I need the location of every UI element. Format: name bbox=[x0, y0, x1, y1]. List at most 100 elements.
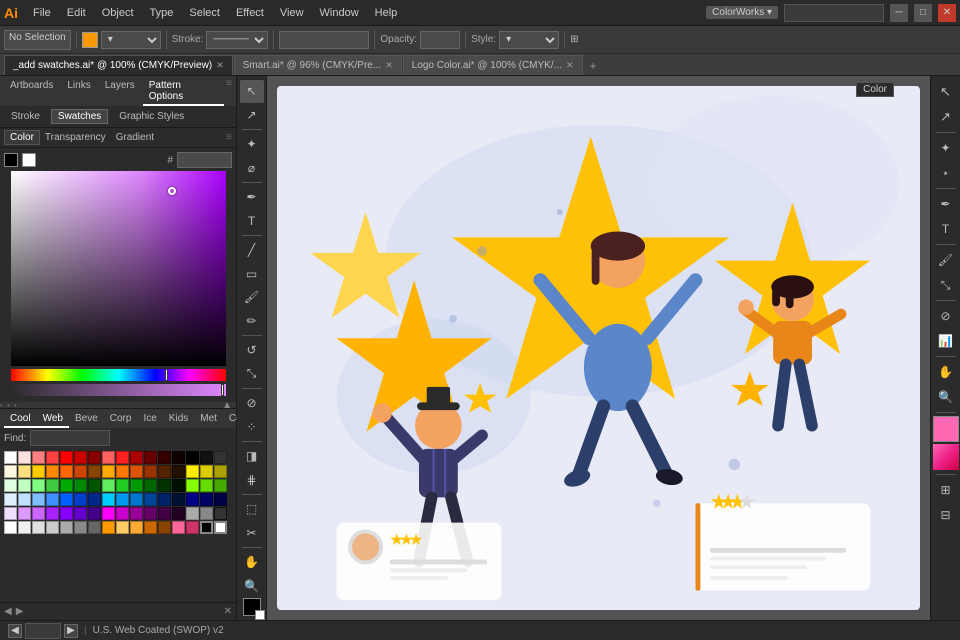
swatch[interactable] bbox=[88, 507, 101, 520]
swatch[interactable] bbox=[4, 479, 17, 492]
stab-stroke[interactable]: Stroke bbox=[4, 109, 47, 124]
style-dropdown[interactable]: ▾ bbox=[499, 31, 559, 49]
swatch[interactable] bbox=[102, 507, 115, 520]
tab-1[interactable]: Smart.ai* @ 96% (CMYK/Pre... ✕ bbox=[234, 55, 402, 75]
menu-file[interactable]: File bbox=[26, 5, 58, 21]
swatch[interactable] bbox=[74, 493, 87, 506]
swatch[interactable] bbox=[88, 451, 101, 464]
line-tool[interactable]: ╱ bbox=[240, 239, 264, 262]
swatch[interactable] bbox=[158, 479, 171, 492]
white-swatch[interactable] bbox=[22, 153, 36, 167]
swatch[interactable] bbox=[74, 479, 87, 492]
swatch[interactable] bbox=[130, 451, 143, 464]
swatch[interactable] bbox=[74, 451, 87, 464]
arrange-icon[interactable]: ⊞ bbox=[570, 34, 578, 45]
selection-tool[interactable]: ↖ bbox=[240, 80, 264, 103]
swatch[interactable] bbox=[18, 493, 31, 506]
swatch-ptab-web[interactable]: Web bbox=[37, 411, 69, 428]
tab-0-close[interactable]: ✕ bbox=[216, 60, 224, 71]
color-panel-options[interactable]: ≡ bbox=[226, 132, 232, 143]
swatch-ptab-kids[interactable]: Kids bbox=[163, 411, 194, 428]
gradient-tool[interactable]: ◨ bbox=[240, 445, 264, 468]
ctab-gradient[interactable]: Gradient bbox=[111, 131, 159, 144]
close-button[interactable]: ✕ bbox=[938, 4, 956, 22]
swatch[interactable] bbox=[88, 479, 101, 492]
pencil-tool[interactable]: ✏ bbox=[240, 310, 264, 333]
opacity-input[interactable]: 100% bbox=[420, 31, 460, 49]
swatch-ptab-ice[interactable]: Ice bbox=[137, 411, 162, 428]
ptab-pattern[interactable]: Pattern Options bbox=[143, 78, 224, 106]
hand-tool[interactable]: ✋ bbox=[240, 551, 264, 574]
swatch[interactable] bbox=[60, 451, 73, 464]
ptab-layers[interactable]: Layers bbox=[99, 78, 141, 106]
ctab-color[interactable]: Color bbox=[4, 130, 40, 145]
ptab-links[interactable]: Links bbox=[61, 78, 96, 106]
swatch[interactable] bbox=[18, 451, 31, 464]
position-input[interactable] bbox=[279, 31, 369, 49]
swatch[interactable] bbox=[4, 451, 17, 464]
tab-1-close[interactable]: ✕ bbox=[385, 60, 393, 71]
maximize-button[interactable]: □ bbox=[914, 4, 932, 22]
next-button[interactable]: ▶ bbox=[16, 606, 24, 617]
find-input[interactable] bbox=[30, 430, 110, 446]
swatch[interactable] bbox=[186, 507, 199, 520]
tab-0[interactable]: _add swatches.ai* @ 100% (CMYK/Preview) … bbox=[4, 55, 233, 75]
swatch[interactable] bbox=[116, 521, 129, 534]
right-select-tool[interactable]: ↖ bbox=[934, 80, 958, 104]
new-tab-button[interactable]: + bbox=[584, 57, 603, 75]
fill-color-swatch[interactable] bbox=[82, 32, 98, 48]
swatch[interactable] bbox=[32, 521, 45, 534]
right-eyedrop-tool[interactable]: ⊘ bbox=[934, 304, 958, 328]
swatch[interactable] bbox=[158, 507, 171, 520]
swatch[interactable] bbox=[102, 493, 115, 506]
swatch[interactable] bbox=[32, 479, 45, 492]
stroke-dropdown[interactable]: ───── bbox=[206, 31, 268, 49]
swatch[interactable] bbox=[46, 507, 59, 520]
hex-input[interactable]: DE87FF bbox=[177, 152, 232, 168]
swatch[interactable] bbox=[4, 493, 17, 506]
right-color-swatch-1[interactable] bbox=[933, 416, 959, 442]
swatch[interactable] bbox=[116, 493, 129, 506]
menu-help[interactable]: Help bbox=[368, 5, 405, 21]
swatch[interactable] bbox=[116, 507, 129, 520]
swatch[interactable] bbox=[102, 451, 115, 464]
swatch[interactable] bbox=[200, 507, 213, 520]
swatch[interactable] bbox=[214, 507, 227, 520]
close-panel[interactable]: ✕ bbox=[224, 606, 232, 617]
prev-button[interactable]: ◀ bbox=[4, 606, 12, 617]
swatch[interactable] bbox=[144, 479, 157, 492]
menu-object[interactable]: Object bbox=[95, 5, 141, 21]
ptab-artboards[interactable]: Artboards bbox=[4, 78, 59, 106]
swatch[interactable] bbox=[200, 479, 213, 492]
swatch[interactable] bbox=[32, 465, 45, 478]
swatch[interactable] bbox=[46, 451, 59, 464]
swatch[interactable] bbox=[200, 493, 213, 506]
hue-slider[interactable] bbox=[11, 369, 226, 381]
swatch-none[interactable] bbox=[214, 521, 227, 534]
menu-edit[interactable]: Edit bbox=[60, 5, 93, 21]
swatch[interactable] bbox=[200, 451, 213, 464]
swatch[interactable] bbox=[4, 521, 17, 534]
swatch[interactable] bbox=[186, 465, 199, 478]
swatch[interactable] bbox=[102, 479, 115, 492]
swatch[interactable] bbox=[88, 465, 101, 478]
swatch[interactable] bbox=[144, 521, 157, 534]
zoom-out-button[interactable]: ◀ bbox=[8, 624, 22, 638]
swatch[interactable] bbox=[32, 451, 45, 464]
swatch[interactable] bbox=[158, 521, 171, 534]
direct-select-tool[interactable]: ↗ bbox=[240, 104, 264, 127]
swatch[interactable] bbox=[46, 479, 59, 492]
swatch[interactable] bbox=[102, 465, 115, 478]
swatch[interactable] bbox=[18, 507, 31, 520]
menu-view[interactable]: View bbox=[273, 5, 311, 21]
slice-tool[interactable]: ✂ bbox=[240, 522, 264, 545]
swatch-ptab-beve[interactable]: Beve bbox=[69, 411, 104, 428]
minimize-button[interactable]: ─ bbox=[890, 4, 908, 22]
stab-swatches[interactable]: Swatches bbox=[51, 109, 108, 124]
swatch[interactable] bbox=[130, 493, 143, 506]
shape-tool[interactable]: ▭ bbox=[240, 263, 264, 286]
swatch[interactable] bbox=[130, 521, 143, 534]
zoom-in-button[interactable]: ▶ bbox=[64, 624, 78, 638]
right-chart-tool[interactable]: 📊 bbox=[934, 329, 958, 353]
swatch[interactable] bbox=[186, 493, 199, 506]
